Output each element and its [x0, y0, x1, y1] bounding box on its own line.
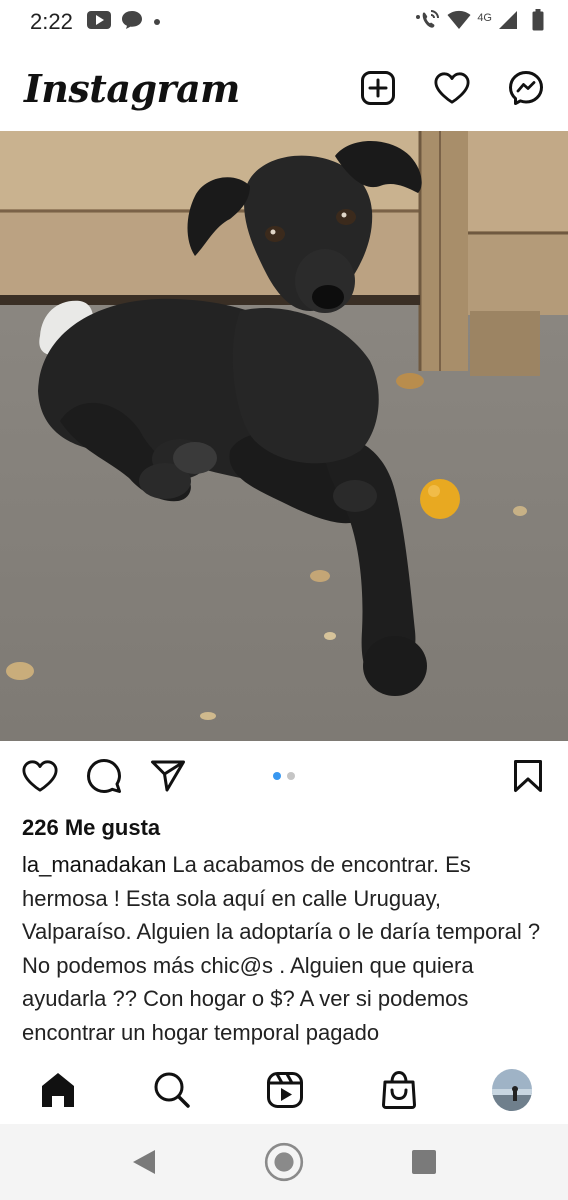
wifi-call-icon — [415, 9, 441, 36]
youtube-icon — [86, 10, 111, 34]
save-button[interactable] — [510, 758, 546, 794]
save-icon — [514, 760, 542, 792]
post-caption: la_manadakan La acabamos de encontrar. Es… — [22, 848, 550, 1046]
carousel-dot-active — [273, 772, 281, 780]
system-nav-bar — [0, 1124, 568, 1200]
search-icon — [154, 1072, 190, 1108]
messenger-icon — [509, 71, 543, 105]
add-post-button[interactable] — [360, 70, 396, 106]
battery-icon — [532, 8, 544, 36]
chat-bubble-icon — [121, 10, 143, 35]
share-icon — [151, 760, 185, 792]
instagram-logo[interactable]: Instagram — [24, 66, 240, 111]
dot-icon — [153, 13, 161, 31]
app-bar-actions — [360, 70, 544, 106]
caption-text: La acabamos de encontrar. Es hermosa ! E… — [22, 852, 541, 1045]
nav-search[interactable] — [152, 1070, 192, 1110]
nav-home[interactable] — [38, 1070, 78, 1110]
activity-button[interactable] — [434, 70, 470, 106]
like-icon — [22, 760, 58, 792]
notification-icons — [86, 10, 161, 35]
comment-icon — [87, 759, 121, 793]
share-button[interactable] — [150, 758, 186, 794]
status-bar: 2:22 4G — [0, 0, 568, 44]
caption-username[interactable]: la_manadakan — [22, 852, 166, 877]
like-button[interactable] — [22, 758, 58, 794]
shop-icon — [381, 1070, 416, 1109]
network-type-label: 4G — [477, 12, 492, 24]
reels-icon — [267, 1072, 303, 1108]
home-icon — [42, 1073, 74, 1107]
profile-avatar — [492, 1069, 532, 1111]
home-button[interactable] — [264, 1142, 304, 1182]
system-status-icons: 4G — [415, 8, 544, 36]
app-bar: Instagram — [0, 52, 568, 124]
status-time: 2:22 — [30, 9, 73, 34]
bottom-nav — [0, 1058, 568, 1122]
post-actions-left — [22, 758, 186, 794]
likes-count[interactable]: 226 Me gusta — [22, 815, 160, 841]
carousel-dot — [287, 772, 295, 780]
home-circle-icon — [264, 1142, 304, 1182]
recents-icon — [412, 1150, 436, 1174]
back-icon — [133, 1150, 155, 1174]
post-action-row — [0, 752, 568, 800]
carousel-indicator — [273, 772, 295, 780]
add-post-icon — [361, 71, 395, 105]
messenger-button[interactable] — [508, 70, 544, 106]
heart-icon — [434, 72, 470, 104]
post-image[interactable] — [0, 131, 568, 741]
nav-reels[interactable] — [265, 1070, 305, 1110]
nav-shop[interactable] — [379, 1070, 419, 1110]
wifi-icon — [447, 10, 471, 35]
recents-button[interactable] — [404, 1142, 444, 1182]
back-button[interactable] — [124, 1142, 164, 1182]
nav-profile[interactable] — [492, 1069, 532, 1111]
signal-icon — [498, 10, 518, 35]
puppy-photo — [0, 131, 568, 741]
comment-button[interactable] — [86, 758, 122, 794]
